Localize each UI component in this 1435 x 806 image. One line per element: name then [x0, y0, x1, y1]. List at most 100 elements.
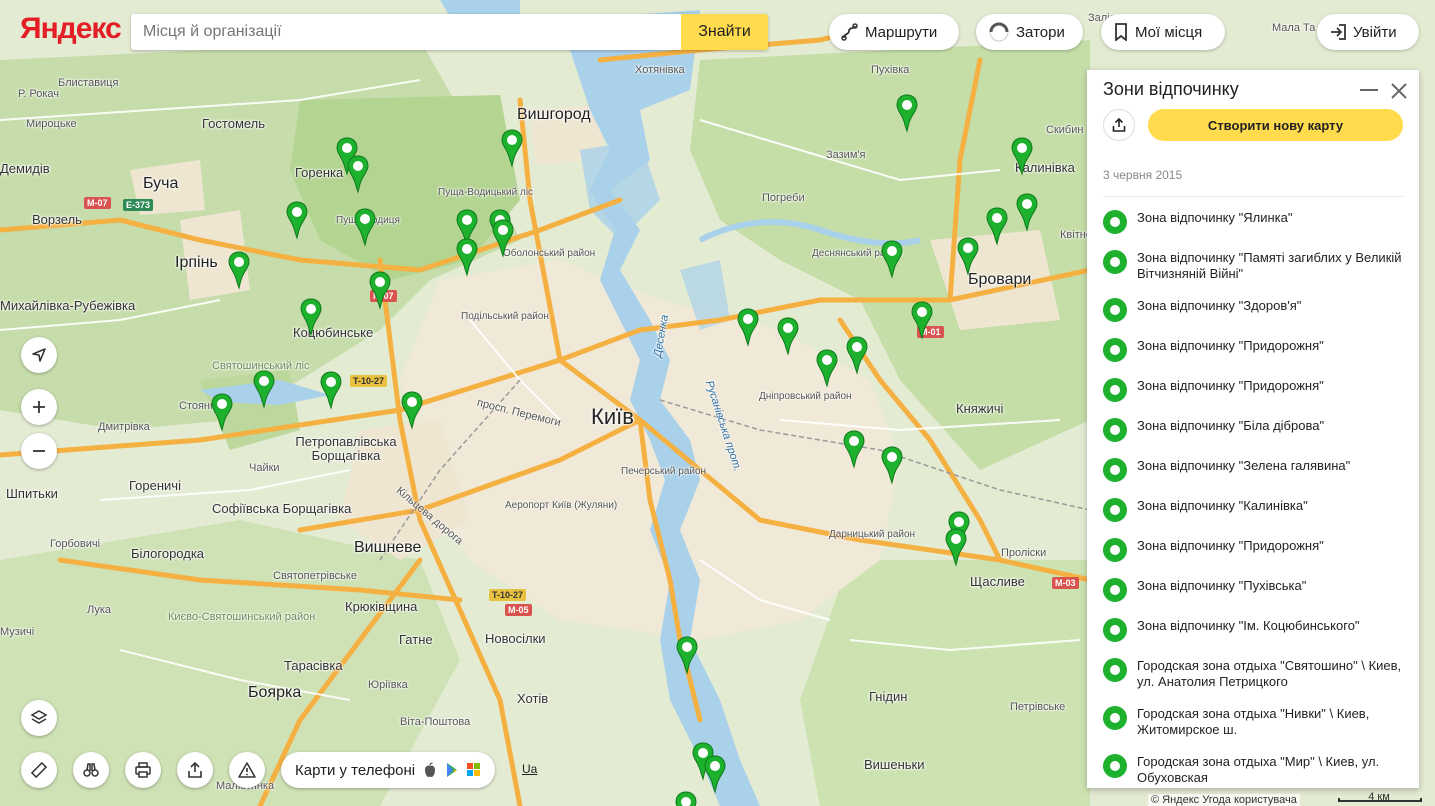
list-item[interactable]: Зона відпочинку "Ялинка"	[1103, 210, 1403, 234]
warning-icon	[238, 762, 256, 778]
map-marker[interactable]	[845, 335, 873, 375]
map-marker[interactable]	[895, 93, 923, 133]
list-item-label: Городская зона отдыха "Нивки" \ Киев, Жи…	[1137, 706, 1370, 737]
marker-dot-icon	[1103, 658, 1127, 682]
list-item-label: Городская зона отдыха "Святошино" \ Киев…	[1137, 658, 1402, 689]
map-marker[interactable]	[944, 527, 972, 567]
ruler-button[interactable]	[21, 752, 57, 788]
map-marker[interactable]	[455, 237, 483, 277]
map-marker[interactable]	[227, 250, 255, 290]
print-button[interactable]	[125, 752, 161, 788]
map-marker[interactable]	[319, 370, 347, 410]
map-marker[interactable]	[368, 270, 396, 310]
layers-icon	[30, 710, 48, 724]
traffic-icon	[989, 22, 1009, 42]
list-item[interactable]: Зона відпочинку "Зелена галявина"	[1103, 458, 1403, 482]
login-button[interactable]: Увійти	[1317, 14, 1419, 50]
map-marker[interactable]	[985, 206, 1013, 246]
map-marker[interactable]	[346, 154, 374, 194]
list-item[interactable]: Зона відпочинку "Ім. Коцюбинського"	[1103, 618, 1403, 642]
create-map-button[interactable]: Створити нову карту	[1148, 109, 1403, 141]
close-icon[interactable]	[1389, 81, 1409, 101]
routes-label: Маршрути	[865, 23, 938, 41]
map-marker[interactable]	[1010, 136, 1038, 176]
list-item[interactable]: Зона відпочинку "Придорожня"	[1103, 378, 1403, 402]
list-item-label: Зона відпочинку "Зелена галявина"	[1137, 458, 1351, 473]
map-marker[interactable]	[880, 445, 908, 485]
map-marker[interactable]	[703, 754, 731, 794]
my-places-label: Мої місця	[1135, 23, 1203, 41]
list-item[interactable]: Зона відпочинку "Памяті загиблих у Велик…	[1103, 250, 1403, 282]
panorama-button[interactable]	[73, 752, 109, 788]
road-shield-e373: E-373	[123, 199, 154, 211]
marker-dot-icon	[1103, 250, 1127, 274]
map-marker[interactable]	[400, 390, 428, 430]
marker-dot-icon	[1103, 498, 1127, 522]
road-shield-t1027: T-10-27	[350, 375, 388, 387]
geolocation-button[interactable]	[21, 337, 57, 373]
map-marker[interactable]	[353, 207, 381, 247]
road-shield-t1027-b: T-10-27	[489, 589, 527, 601]
list-item[interactable]: Зона відпочинку "Здоров'я"	[1103, 298, 1403, 322]
traffic-button[interactable]: Затори	[976, 14, 1083, 50]
map-marker[interactable]	[500, 128, 528, 168]
list-item[interactable]: Зона відпочинку "Придорожня"	[1103, 338, 1403, 362]
mobile-apps-button[interactable]: Карти у телефоні	[281, 752, 496, 788]
routes-button[interactable]: Маршрути	[829, 14, 959, 50]
copyright[interactable]: © Яндекс Угода користувача	[1148, 794, 1300, 806]
panel-title: Зони відпочинку	[1103, 79, 1239, 99]
marker-dot-icon	[1103, 618, 1127, 642]
list-item[interactable]: Зона відпочинку "Калинівка"	[1103, 498, 1403, 522]
list-item[interactable]: Городская зона отдыха "Мир" \ Киев, ул. …	[1103, 754, 1403, 786]
road-shield-m05: M-05	[505, 604, 532, 616]
map-marker[interactable]	[1015, 192, 1043, 232]
language-link[interactable]: Ua	[522, 762, 537, 776]
marker-dot-icon	[1103, 210, 1127, 234]
list-item-label: Городская зона отдыха "Мир" \ Киев, ул. …	[1137, 754, 1380, 785]
marker-dot-icon	[1103, 578, 1127, 602]
map-marker[interactable]	[491, 218, 519, 258]
marker-dot-icon	[1103, 754, 1127, 778]
map-marker[interactable]	[252, 369, 280, 409]
zoom-in-button[interactable]	[21, 389, 57, 425]
scale-bar	[1338, 798, 1422, 802]
windows-icon	[467, 763, 481, 776]
share-map-button[interactable]	[177, 752, 213, 788]
list-item[interactable]: Зона відпочинку "Біла діброва"	[1103, 418, 1403, 442]
map-marker[interactable]	[210, 392, 238, 432]
map-marker[interactable]	[299, 297, 327, 337]
map-marker[interactable]	[776, 316, 804, 356]
map-marker[interactable]	[910, 300, 938, 340]
search-bar: Знайти	[131, 14, 768, 50]
search-submit-button[interactable]: Знайти	[681, 14, 768, 50]
search-input[interactable]	[131, 14, 681, 50]
list-item[interactable]: Зона відпочинку "Пухівська"	[1103, 578, 1403, 602]
map-marker[interactable]	[285, 200, 313, 240]
bookmark-icon	[1115, 23, 1127, 41]
collection-panel: Зони відпочинку Створити нову карту 3 че…	[1087, 70, 1419, 788]
panel-share-button[interactable]	[1103, 109, 1135, 141]
map-marker[interactable]	[956, 236, 984, 276]
list-item[interactable]: Городская зона отдыха "Святошино" \ Киев…	[1103, 658, 1403, 690]
map-marker[interactable]	[880, 239, 908, 279]
location-arrow-icon	[32, 348, 46, 362]
minimize-icon[interactable]	[1360, 89, 1378, 91]
list-item-label: Зона відпочинку "Ім. Коцюбинського"	[1137, 618, 1360, 633]
map-marker[interactable]	[842, 429, 870, 469]
layers-button[interactable]	[21, 700, 57, 736]
marker-dot-icon	[1103, 338, 1127, 362]
map-marker[interactable]	[674, 790, 702, 806]
yandex-logo[interactable]: Яндекс	[20, 12, 122, 46]
map-marker[interactable]	[736, 307, 764, 347]
login-icon	[1331, 24, 1346, 40]
zoom-out-button[interactable]	[21, 433, 57, 469]
login-label: Увійти	[1353, 23, 1397, 41]
upload-icon	[1112, 118, 1126, 132]
map-marker[interactable]	[675, 635, 703, 675]
map-marker[interactable]	[815, 348, 843, 388]
list-item[interactable]: Городская зона отдыха "Нивки" \ Киев, Жи…	[1103, 706, 1403, 738]
list-item-label: Зона відпочинку "Придорожня"	[1137, 338, 1324, 353]
report-button[interactable]	[229, 752, 265, 788]
list-item[interactable]: Зона відпочинку "Придорожня"	[1103, 538, 1403, 562]
my-places-button[interactable]: Мої місця	[1101, 14, 1225, 50]
